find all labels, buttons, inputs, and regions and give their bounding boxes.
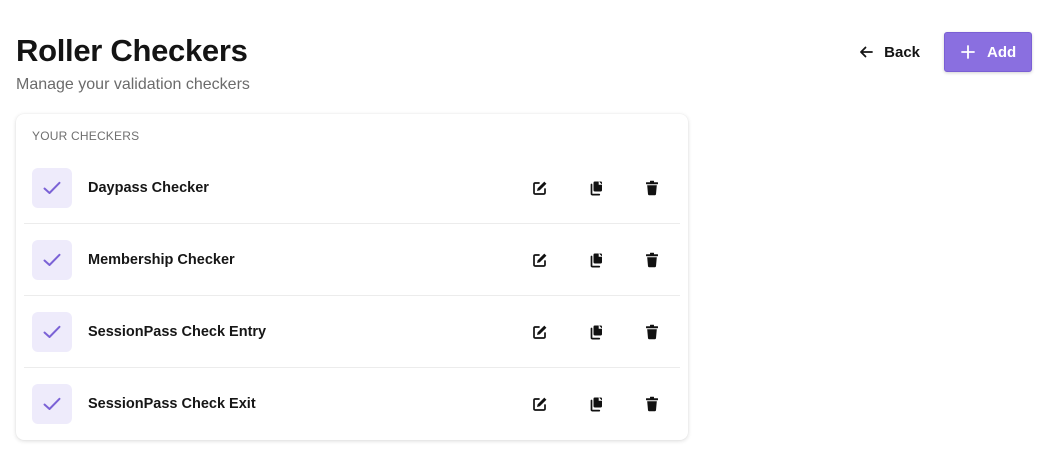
delete-button[interactable] [624,312,680,352]
copy-icon [588,252,604,268]
checker-list: Daypass Checker Membership Checker Sessi… [24,152,680,440]
checker-name: SessionPass Check Entry [88,324,267,340]
checker-name: Daypass Checker [88,180,209,196]
duplicate-button[interactable] [568,168,624,208]
check-icon [32,168,72,208]
back-button[interactable]: Back [850,32,930,72]
header-actions: Back Add [850,32,1032,72]
check-icon [32,384,72,424]
edit-icon [532,180,548,196]
trash-icon [644,396,660,412]
check-icon [32,312,72,352]
delete-button[interactable] [624,384,680,424]
page-subtitle: Manage your validation checkers [16,76,250,93]
trash-icon [644,180,660,196]
checker-row[interactable]: SessionPass Check Entry [24,296,680,368]
back-button-label: Back [884,43,920,61]
copy-icon [588,396,604,412]
checker-name: Membership Checker [88,252,235,268]
row-actions [512,312,680,352]
checker-name: SessionPass Check Exit [88,396,256,412]
row-actions [512,240,680,280]
plus-icon [961,45,975,59]
checker-row[interactable]: Daypass Checker [24,152,680,224]
edit-icon [532,396,548,412]
row-actions [512,168,680,208]
copy-icon [588,324,604,340]
trash-icon [644,324,660,340]
checkers-card: YOUR CHECKERS Daypass Checker Membership… [16,114,688,440]
edit-button[interactable] [512,240,568,280]
duplicate-button[interactable] [568,384,624,424]
add-button-label: Add [987,43,1017,61]
arrow-left-icon [858,44,874,60]
edit-button[interactable] [512,312,568,352]
delete-button[interactable] [624,240,680,280]
section-label: YOUR CHECKERS [32,129,140,143]
copy-icon [588,180,604,196]
edit-icon [532,252,548,268]
page-title: Roller Checkers [16,33,248,68]
add-checker-button[interactable]: Add [944,32,1032,72]
duplicate-button[interactable] [568,240,624,280]
page: Roller Checkers Manage your validation c… [0,0,1055,452]
delete-button[interactable] [624,168,680,208]
check-icon [32,240,72,280]
edit-button[interactable] [512,168,568,208]
row-actions [512,384,680,424]
checker-row[interactable]: SessionPass Check Exit [24,368,680,440]
checker-row[interactable]: Membership Checker [24,224,680,296]
trash-icon [644,252,660,268]
edit-button[interactable] [512,384,568,424]
edit-icon [532,324,548,340]
duplicate-button[interactable] [568,312,624,352]
